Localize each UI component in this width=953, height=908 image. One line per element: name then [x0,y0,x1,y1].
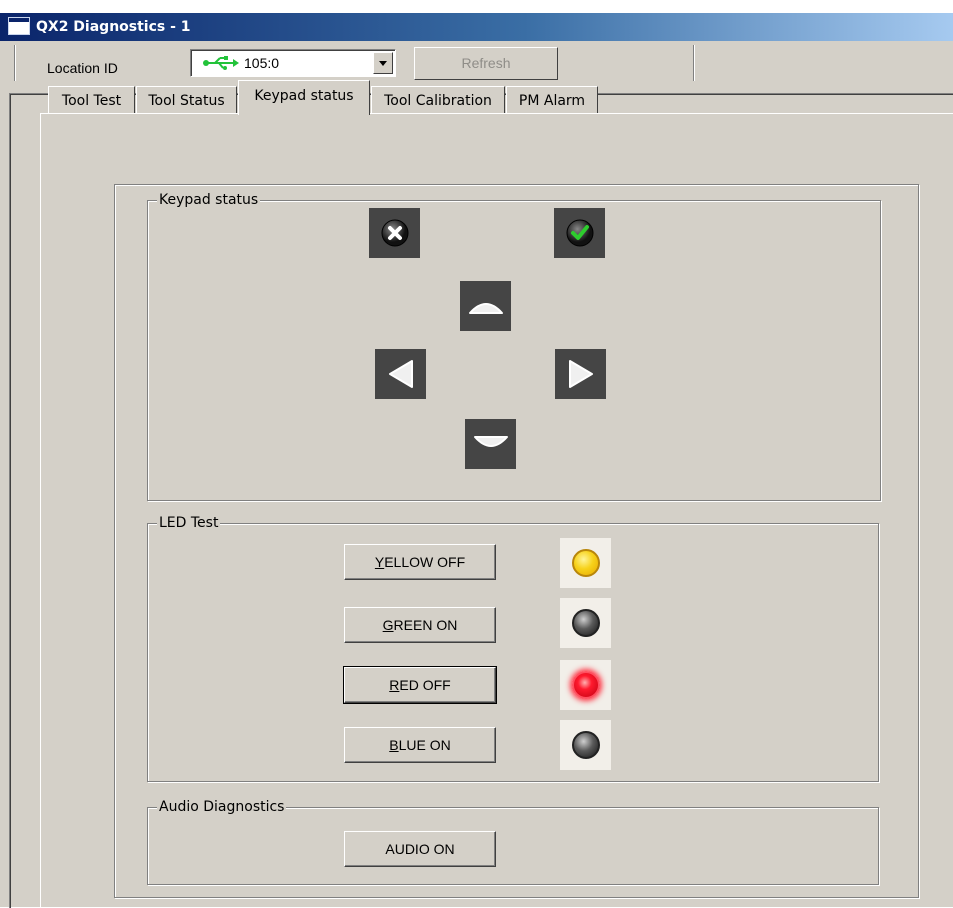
yellow-led-indicator [560,538,611,588]
mnemonic: B [389,737,399,753]
tab-tool-status[interactable]: Tool Status [136,86,237,114]
toolbar-divider [693,45,695,81]
down-key[interactable] [465,419,516,469]
led-icon [571,731,600,759]
led-test-legend: LED Test [157,515,221,531]
window-title: QX2 Diagnostics - 1 [36,19,191,35]
arrow-down-icon [473,436,508,447]
tab-tool-calibration[interactable]: Tool Calibration [371,86,505,114]
tab-keypad-status[interactable]: Keypad status [238,80,370,115]
right-key[interactable] [555,349,606,399]
button-label: REEN ON [393,617,458,633]
red-led-indicator [560,660,611,710]
arrow-right-icon [568,360,593,388]
led-icon [571,549,600,577]
button-label: ELLOW OFF [384,554,466,570]
cancel-key[interactable] [369,208,420,258]
mnemonic: Y [374,554,385,570]
arrow-up-icon [468,303,503,314]
location-id-value: 105:0 [244,55,280,71]
chevron-down-icon[interactable] [373,52,393,74]
led-test-group [147,523,879,782]
location-id-combobox[interactable]: 105:0 [190,49,396,77]
keypad-status-legend: Keypad status [157,192,261,208]
led-icon [571,609,600,637]
window-icon [8,17,30,35]
blue-led-indicator [560,720,611,770]
tab-tool-test[interactable]: Tool Test [48,86,135,114]
mnemonic: R [389,677,400,693]
title-bar: QX2 Diagnostics - 1 [0,13,953,41]
audio-diagnostics-group [147,807,879,885]
toolbar-divider [14,45,16,81]
arrow-left-icon [388,360,413,388]
location-id-label: Location ID [47,60,118,76]
green-led-toggle-button[interactable]: GREEN ON [344,607,496,643]
tab-pm-alarm[interactable]: PM Alarm [506,86,598,114]
refresh-button[interactable]: Refresh [414,47,558,80]
blue-led-toggle-button[interactable]: BLUE ON [344,727,496,763]
audio-toggle-button[interactable]: AUDIO ON [344,831,496,867]
button-label: LUE ON [398,737,451,753]
button-label: ED OFF [399,677,451,693]
checkmark-icon [566,219,593,247]
window-body: Location ID 105:0 Refresh Tool Test Tool… [0,41,953,908]
usb-icon [203,56,239,70]
green-led-indicator [560,598,611,648]
up-key[interactable] [460,281,511,331]
audio-diagnostics-legend: Audio Diagnostics [157,799,287,815]
yellow-led-toggle-button[interactable]: YELLOW OFF [344,544,496,580]
led-icon [571,671,600,699]
cancel-icon [381,219,408,247]
mnemonic: G [382,617,394,633]
red-led-toggle-button[interactable]: RED OFF [343,666,497,704]
ok-key[interactable] [554,208,605,258]
left-key[interactable] [375,349,426,399]
